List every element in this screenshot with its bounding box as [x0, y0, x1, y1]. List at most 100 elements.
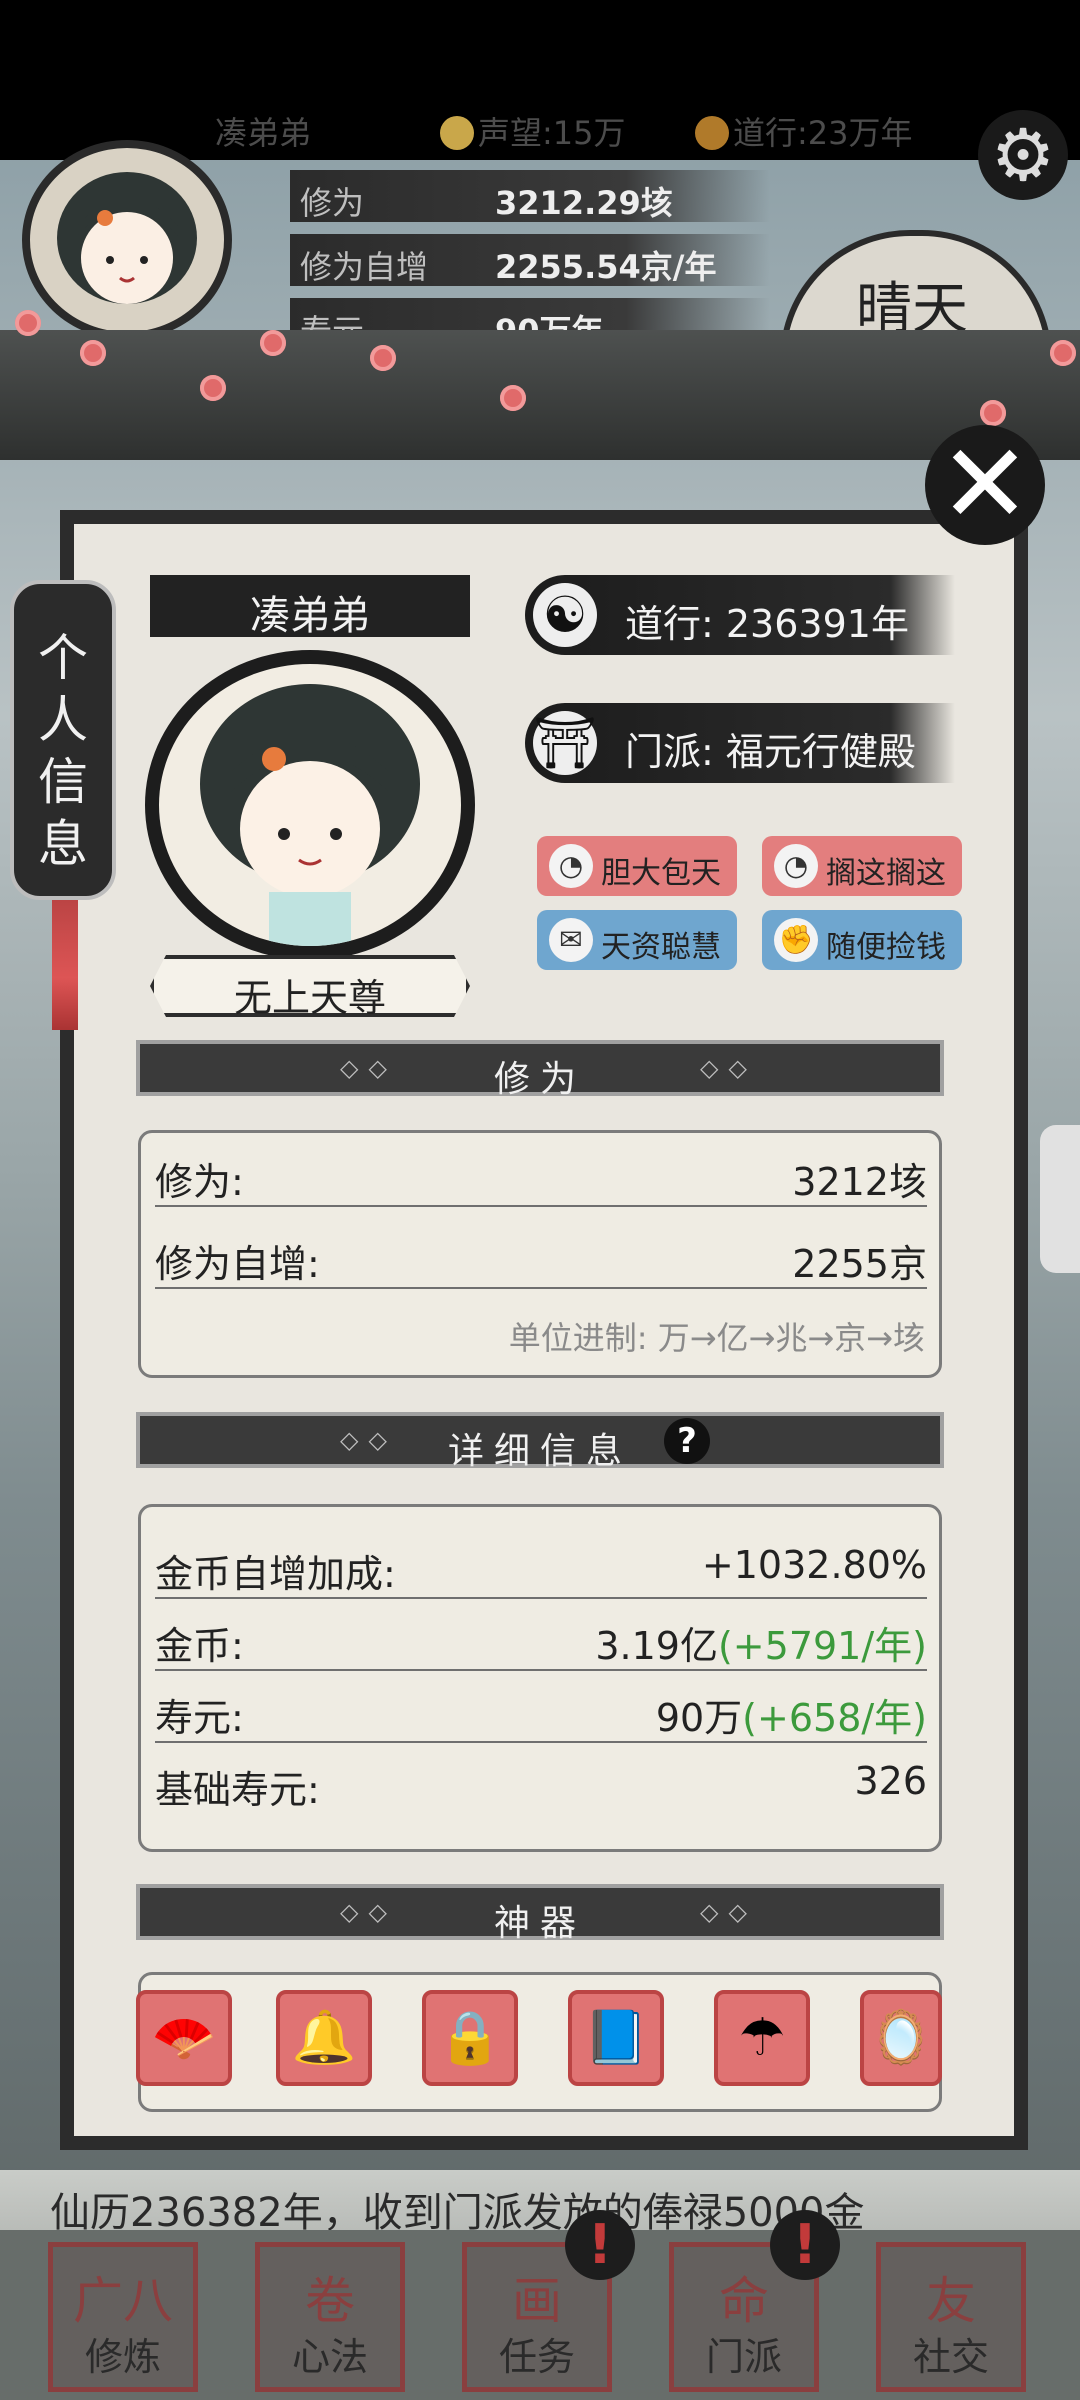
- nav-label: 修炼: [84, 2335, 161, 2379]
- close-icon[interactable]: ✕: [925, 425, 1045, 545]
- top-status-bar: 凑弟弟 声望:15万 道行:23万年: [0, 0, 1080, 160]
- plum-blossom-icon: [200, 375, 226, 401]
- row-label: 寿元:: [155, 1696, 244, 1740]
- stat-label: 修为自增: [300, 248, 429, 286]
- details-row: 金币: 3.19亿(+5791/年): [155, 1605, 927, 1671]
- row-label: 金币:: [155, 1624, 244, 1668]
- plum-blossom-icon: [370, 345, 396, 371]
- event-ticker: 仙历236382年，收到门派发放的俸禄5000金: [0, 2170, 1080, 2236]
- trait-badge[interactable]: ✊ 随便捡钱: [762, 910, 962, 970]
- section-title: 详细信息: [447, 1431, 632, 1472]
- details-row: 基础寿元: 326: [155, 1749, 927, 1813]
- top-player-name: 凑弟弟: [215, 114, 312, 152]
- yin-yang-icon: [695, 116, 729, 150]
- cultivation-box: 修为: 3212垓 修为自增: 2255京 单位进制: 万→亿→兆→京→垓: [138, 1130, 942, 1378]
- unit-note: 单位进制: 万→亿→兆→京→垓: [508, 1319, 925, 1357]
- details-row: 寿元: 90万(+658/年): [155, 1677, 927, 1743]
- nav-social[interactable]: 友 社交: [876, 2242, 1026, 2392]
- nav-label: 心法: [291, 2335, 368, 2379]
- row-label: 修为:: [155, 1160, 244, 1204]
- cultivation-row: 修为自增: 2255京: [155, 1223, 927, 1289]
- pavilion-roof: [0, 330, 1080, 460]
- reputation-coin-icon: [440, 116, 474, 150]
- row-label: 金币自增加成:: [155, 1552, 396, 1596]
- sect-value: 门派: 福元行健殿: [625, 730, 916, 774]
- mirror-icon[interactable]: 🪞: [860, 1990, 942, 2086]
- book-icon[interactable]: 📘: [568, 1990, 664, 2086]
- scroll-icon: ✉: [549, 918, 593, 962]
- plum-blossom-icon: [1050, 340, 1076, 366]
- alert-badge-icon: !: [565, 2210, 635, 2280]
- row-value: +1032.80%: [701, 1543, 927, 1587]
- details-box[interactable]: 金币自增加成: +1032.80% 金币: 3.19亿(+5791/年) 寿元:…: [138, 1504, 942, 1852]
- fan-icon[interactable]: 🪭: [136, 1990, 232, 2086]
- row-label: 基础寿元:: [155, 1768, 320, 1812]
- row-value: 326: [854, 1759, 927, 1803]
- bottom-nav: 广八 修炼 卷 心法 画 任务 命 门派 友 社交: [0, 2230, 1080, 2400]
- section-title: 修为: [493, 1059, 586, 1100]
- row-value: 90万(+658/年): [655, 1696, 927, 1740]
- row-value: 3.19亿(+5791/年): [595, 1624, 927, 1668]
- settings-gear-icon[interactable]: ⚙: [978, 110, 1068, 200]
- help-question-icon[interactable]: ?: [664, 1418, 710, 1464]
- artifacts-box: [138, 1972, 942, 2112]
- trait-badge[interactable]: ◔ 胆大包天: [537, 836, 737, 896]
- fist-icon: ✊: [774, 918, 818, 962]
- stat-label: 修为: [300, 184, 365, 222]
- plum-blossom-icon: [500, 385, 526, 411]
- diamond-ornament-icon: ◇◇: [700, 1898, 757, 1926]
- stat-row-cultivation-rate: 修为自增 2255.54京/年: [290, 234, 770, 286]
- nav-label: 社交: [912, 2335, 989, 2379]
- tab-char: 息: [38, 815, 88, 873]
- trait-label: 随便捡钱: [826, 930, 946, 965]
- alert-badge-icon: !: [770, 2210, 840, 2280]
- nav-mental-method[interactable]: 卷 心法: [255, 2242, 405, 2392]
- cultivation-row: 修为: 3212垓: [155, 1141, 927, 1207]
- cultivation-section-header: ◇◇ 修为 ◇◇: [136, 1040, 944, 1100]
- stat-value: 2255.54京/年: [495, 248, 717, 286]
- yin-yang-icon: ☯: [533, 583, 597, 647]
- player-avatar-small[interactable]: [22, 140, 232, 340]
- player-avatar-large: [145, 650, 475, 960]
- temple-icon: ⛩: [533, 711, 597, 775]
- girl-portrait-icon: [200, 684, 420, 946]
- profile-name: 凑弟弟: [250, 593, 370, 639]
- daoxing-display: 道行:23万年: [695, 108, 913, 154]
- personal-info-tab[interactable]: 个 人 信 息: [10, 580, 116, 900]
- trait-badge[interactable]: ✉ 天资聪慧: [537, 910, 737, 970]
- artifacts-section-header: ◇◇ 神器 ◇◇: [136, 1884, 944, 1944]
- nav-label: 任务: [498, 2335, 575, 2379]
- plum-blossom-icon: [260, 330, 286, 356]
- plum-blossom-icon: [80, 340, 106, 366]
- diamond-ornament-icon: ◇◇: [700, 1054, 757, 1082]
- daoxing-info: ☯ 道行: 236391年: [525, 575, 955, 655]
- trait-label: 胆大包天: [601, 856, 721, 891]
- trait-badge[interactable]: ◔ 搁这搁这: [762, 836, 962, 896]
- trait-label: 天资聪慧: [601, 930, 721, 965]
- money-bag-icon: ◔: [774, 844, 818, 888]
- reputation-text: 声望:15万: [478, 114, 626, 152]
- plum-blossom-icon: [15, 310, 41, 336]
- gold-rate: (+5791/年): [717, 1624, 927, 1668]
- umbrella-icon[interactable]: ☂: [714, 1990, 810, 2086]
- stat-value: 3212.29垓: [495, 184, 673, 222]
- profile-name-bar: 凑弟弟: [150, 575, 470, 639]
- tassel-decoration: [52, 900, 78, 1030]
- row-value: 2255京: [792, 1242, 927, 1286]
- nav-cultivate[interactable]: 广八 修炼: [48, 2242, 198, 2392]
- player-title-badge: 无上天尊: [150, 955, 470, 1017]
- row-label: 修为自增:: [155, 1242, 320, 1286]
- side-drawer-handle[interactable]: [1040, 1125, 1080, 1273]
- details-section-header: ◇◇ 详细信息: [136, 1412, 944, 1472]
- player-title: 无上天尊: [233, 976, 386, 1020]
- nav-label: 门派: [705, 2335, 782, 2379]
- stat-row-cultivation: 修为 3212.29垓: [290, 170, 770, 222]
- bells-icon[interactable]: 🔔: [276, 1990, 372, 2086]
- daoxing-value: 道行: 236391年: [625, 602, 909, 646]
- trait-label: 搁这搁这: [826, 856, 946, 891]
- row-value: 3212垓: [792, 1160, 927, 1204]
- sect-info[interactable]: ⛩ 门派: 福元行健殿: [525, 703, 955, 783]
- lock-pendant-icon[interactable]: 🔒: [422, 1990, 518, 2086]
- money-bag-icon: ◔: [549, 844, 593, 888]
- reputation-display: 声望:15万: [440, 108, 626, 154]
